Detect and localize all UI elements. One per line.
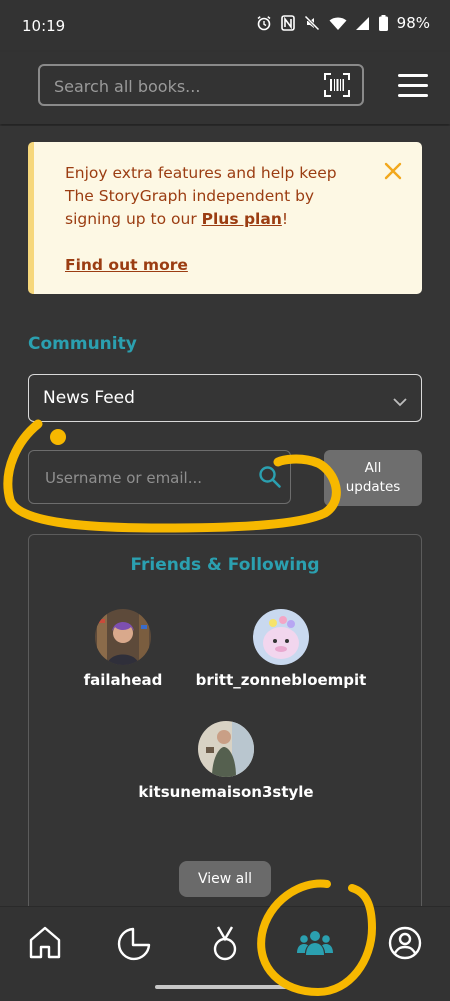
hamburger-menu-icon[interactable] — [398, 74, 428, 98]
plus-plan-link[interactable]: Plus plan — [202, 210, 282, 228]
friend-item[interactable]: kitsunemaison3style — [126, 721, 326, 801]
chevron-down-icon — [393, 392, 407, 411]
friends-following-title: Friends & Following — [130, 555, 320, 575]
barcode-scan-icon[interactable] — [324, 73, 350, 101]
avatar[interactable] — [198, 721, 254, 777]
stats-pie-icon[interactable] — [115, 923, 155, 963]
community-title: Community — [28, 334, 137, 354]
signal-icon — [355, 16, 370, 30]
book-search-input[interactable] — [52, 66, 316, 106]
all-updates-button[interactable]: All updates — [324, 450, 422, 506]
status-time: 10:19 — [22, 17, 66, 35]
friend-username[interactable]: kitsunemaison3style — [126, 783, 326, 801]
challenges-medal-icon[interactable] — [205, 923, 245, 963]
friend-item[interactable]: failahead — [33, 609, 213, 689]
friends-following-card: Friends & Following failahead britt_zonn… — [28, 534, 422, 914]
search-icon[interactable] — [258, 465, 282, 493]
status-bar: 10:19 98% — [0, 0, 450, 52]
battery-percent: 98% — [396, 14, 430, 32]
profile-icon[interactable] — [385, 923, 425, 963]
friend-username[interactable]: britt_zonnebloempit — [191, 671, 371, 689]
friend-username[interactable]: failahead — [33, 671, 213, 689]
status-icons: 98% — [256, 14, 430, 32]
bottom-nav — [0, 906, 450, 1001]
nfc-icon — [280, 15, 295, 31]
avatar[interactable] — [95, 609, 151, 665]
battery-icon — [378, 15, 388, 31]
close-icon[interactable] — [384, 162, 402, 184]
feed-select-value: News Feed — [43, 388, 135, 408]
feed-select[interactable]: News Feed — [28, 374, 422, 422]
plus-banner-exclamation: ! — [281, 210, 289, 228]
wifi-icon — [329, 16, 347, 31]
all-updates-label-1: All — [364, 460, 382, 476]
home-icon[interactable] — [25, 923, 65, 963]
all-updates-label-2: updates — [345, 479, 401, 495]
book-search-box — [38, 64, 364, 106]
avatar[interactable] — [253, 609, 309, 665]
app-header — [0, 52, 450, 124]
alarm-icon — [256, 15, 272, 31]
username-search-input[interactable] — [43, 451, 247, 505]
user-search-box — [28, 450, 291, 505]
view-all-button[interactable]: View all — [179, 861, 271, 897]
community-icon[interactable] — [295, 923, 335, 963]
plus-plan-banner: Enjoy extra features and help keep The S… — [28, 142, 422, 294]
mute-icon — [304, 15, 320, 31]
find-out-more-link[interactable]: Find out more — [65, 256, 188, 274]
plus-banner-text: Enjoy extra features and help keep The S… — [65, 162, 365, 231]
home-indicator[interactable] — [155, 985, 295, 989]
friend-item[interactable]: britt_zonnebloempit — [191, 609, 371, 689]
main-content: Enjoy extra features and help keep The S… — [0, 126, 450, 914]
